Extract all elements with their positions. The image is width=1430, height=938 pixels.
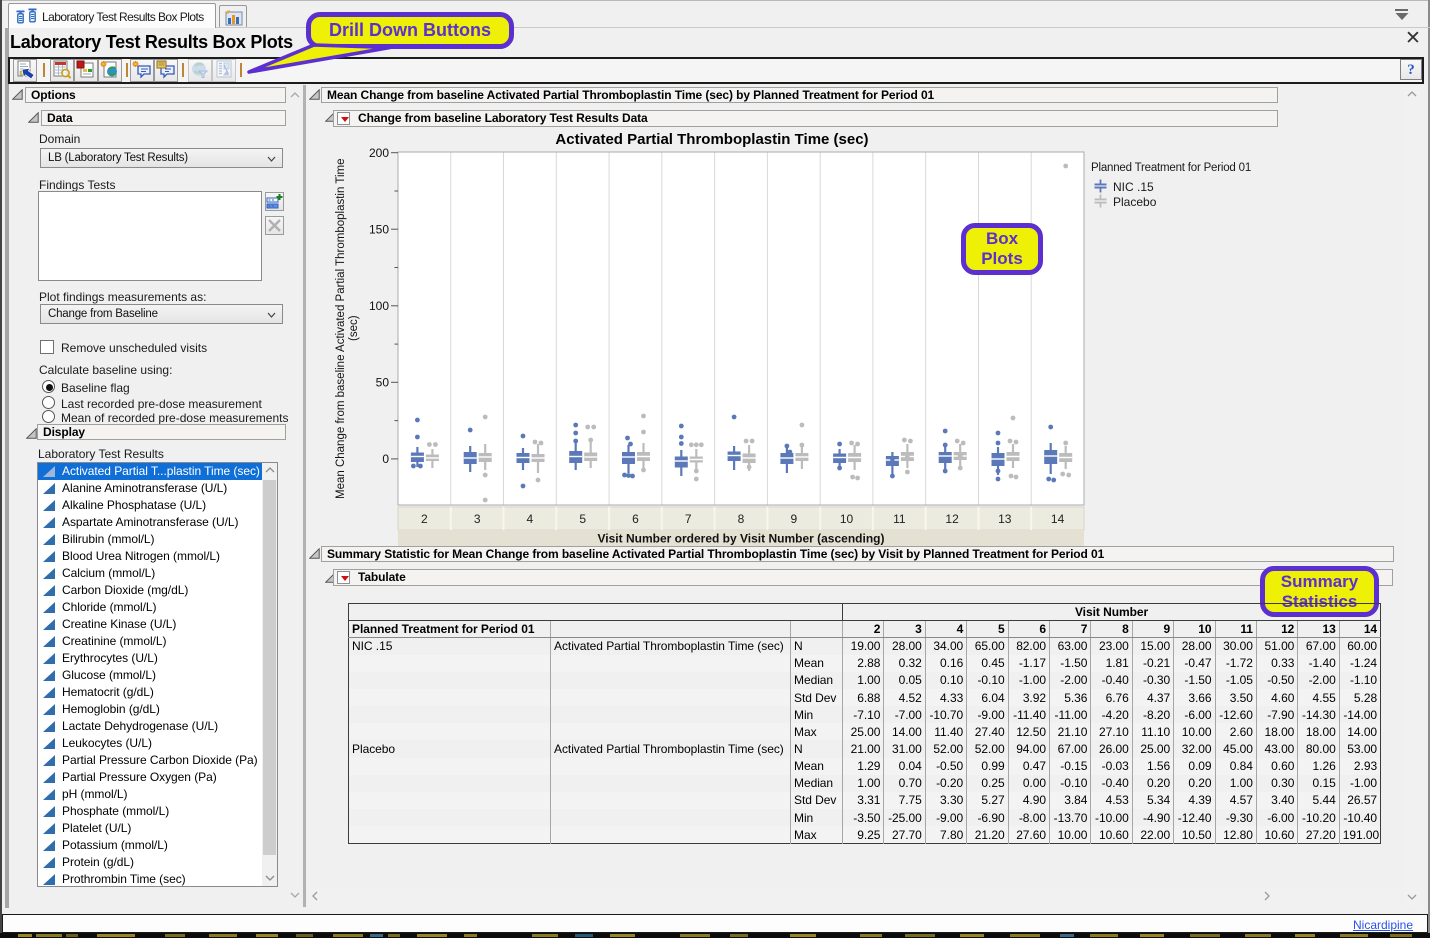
svg-text:50: 50 [376,376,390,390]
svg-text:13: 13 [998,512,1012,526]
svg-text:150: 150 [369,223,389,237]
svg-text:0: 0 [382,452,389,466]
svg-text:100: 100 [369,299,389,313]
svg-text:6: 6 [632,512,639,526]
svg-text:4: 4 [527,512,534,526]
svg-text:8: 8 [738,512,745,526]
svg-text:11: 11 [893,512,906,526]
svg-text:7: 7 [685,512,692,526]
svg-text:3: 3 [474,512,481,526]
svg-text:10: 10 [840,512,854,526]
svg-text:9: 9 [790,512,797,526]
svg-text:14: 14 [1051,512,1065,526]
svg-text:12: 12 [945,512,959,526]
svg-text:Visit Number ordered by Visit: Visit Number ordered by Visit Number (as… [598,532,885,546]
svg-text:5: 5 [579,512,586,526]
svg-text:200: 200 [369,146,389,160]
svg-text:2: 2 [421,512,428,526]
